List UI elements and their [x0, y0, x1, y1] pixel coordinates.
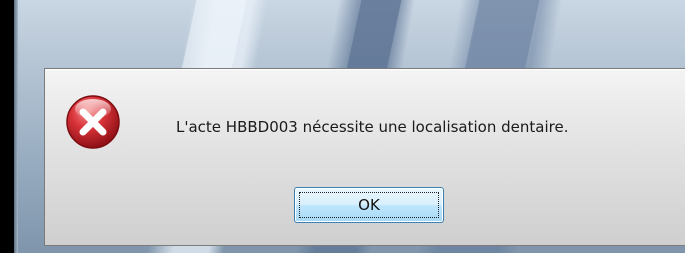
ok-button[interactable]: OK	[294, 187, 444, 223]
dialog-message: L'acte HBBD003 nécessite une localisatio…	[176, 118, 569, 136]
window-frame-edge	[14, 0, 18, 253]
error-icon	[65, 94, 121, 150]
message-dialog: L'acte HBBD003 nécessite une localisatio…	[44, 68, 685, 246]
dialog-window: L'acte HBBD003 nécessite une localisatio…	[14, 0, 685, 253]
ok-button-label: OK	[358, 196, 380, 214]
